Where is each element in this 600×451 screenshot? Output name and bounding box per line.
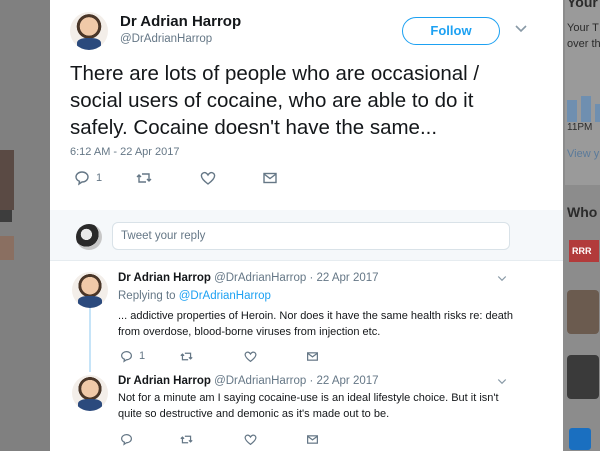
background-thumbnail — [0, 210, 12, 222]
like-button[interactable] — [244, 346, 257, 366]
message-button[interactable] — [262, 168, 278, 188]
heart-icon — [200, 171, 216, 185]
author-handle[interactable]: @DrAdrianHarrop — [120, 33, 212, 45]
background-thumbnail — [0, 150, 14, 210]
reply-actions: 1 — [118, 346, 378, 364]
tweet-timestamp[interactable]: 6:12 AM - 22 Apr 2017 — [70, 146, 179, 158]
like-button[interactable] — [200, 168, 216, 188]
reply-tweet[interactable]: Dr Adrian Harrop @DrAdrianHarrop · 22 Ap… — [50, 272, 563, 368]
reply-icon — [75, 171, 89, 186]
reply-meta: @DrAdrianHarrop · 22 Apr 2017 — [214, 375, 379, 387]
reply-button[interactable]: 1 — [120, 346, 145, 366]
background-thumbnail — [0, 236, 14, 260]
retweet-button[interactable] — [136, 168, 152, 188]
reply-icon — [121, 350, 132, 363]
chevron-down-icon[interactable] — [496, 375, 508, 387]
retweet-button[interactable] — [180, 346, 193, 366]
reply-author-avatar[interactable] — [72, 375, 108, 411]
thread-connector — [89, 308, 91, 372]
envelope-icon — [307, 434, 318, 444]
reply-text: ... addictive properties of Heroin. Nor … — [118, 310, 513, 338]
heart-icon — [244, 434, 257, 445]
message-button[interactable] — [306, 346, 319, 366]
envelope-icon — [263, 172, 277, 184]
reply-input[interactable]: Tweet your reply — [112, 222, 510, 250]
background-chart-bar — [581, 96, 591, 122]
background-text: 11PM — [567, 122, 593, 133]
background-app-icon — [569, 428, 591, 450]
reply-actions — [118, 429, 378, 447]
background-text: Your T — [567, 22, 599, 34]
reply-meta: @DrAdrianHarrop · 22 Apr 2017 — [214, 272, 379, 284]
author-avatar[interactable] — [70, 12, 108, 50]
like-button[interactable] — [244, 429, 257, 449]
reply-count: 1 — [96, 172, 103, 184]
reply-text: Not for a minute am I saying cocaine-use… — [118, 392, 499, 420]
background-left-column — [0, 0, 50, 451]
follow-button[interactable]: Follow — [402, 17, 500, 45]
background-text: over th — [567, 38, 600, 50]
tweet-actions: 1 — [70, 168, 370, 190]
reply-count: 1 — [139, 350, 146, 362]
reply-button[interactable] — [120, 429, 133, 449]
reply-button[interactable]: 1 — [74, 168, 102, 188]
chevron-down-icon[interactable] — [513, 20, 529, 36]
tweet-text: There are lots of people who are occasio… — [70, 62, 480, 139]
background-chart-bar — [595, 104, 600, 122]
replying-to-handle[interactable]: @DrAdrianHarrop — [179, 290, 271, 302]
retweet-button[interactable] — [180, 429, 193, 449]
reply-author-name[interactable]: Dr Adrian Harrop — [118, 375, 211, 387]
current-user-avatar — [76, 224, 102, 250]
reply-author-avatar[interactable] — [72, 272, 108, 308]
reply-icon — [121, 433, 132, 446]
retweet-icon — [136, 173, 152, 183]
retweet-icon — [180, 352, 193, 360]
background-chart-bar — [567, 100, 577, 122]
background-heading: Who — [567, 204, 598, 220]
reply-tweet[interactable]: Dr Adrian Harrop @DrAdrianHarrop · 22 Ap… — [50, 375, 563, 451]
chevron-down-icon[interactable] — [496, 272, 508, 284]
background-right-column: Your Your T over th 11PM View y Who RRR — [563, 0, 600, 451]
reply-header: Dr Adrian Harrop @DrAdrianHarrop · 22 Ap… — [118, 375, 379, 387]
replying-to: Replying to @DrAdrianHarrop — [118, 290, 271, 302]
message-button[interactable] — [306, 429, 319, 449]
background-link: View y — [567, 148, 600, 160]
tweet-modal: Dr Adrian Harrop @DrAdrianHarrop Follow … — [50, 0, 563, 451]
background-avatar: RRR — [569, 240, 599, 262]
reply-author-name[interactable]: Dr Adrian Harrop — [118, 272, 211, 284]
background-heading: Your — [567, 0, 598, 10]
reply-header: Dr Adrian Harrop @DrAdrianHarrop · 22 Ap… — [118, 272, 379, 284]
author-name[interactable]: Dr Adrian Harrop — [120, 13, 241, 30]
envelope-icon — [307, 351, 318, 361]
background-badge-text: RRR — [572, 246, 592, 256]
background-avatar — [567, 355, 599, 399]
replying-to-label: Replying to — [118, 290, 176, 302]
heart-icon — [244, 351, 257, 362]
retweet-icon — [180, 435, 193, 443]
reply-composer: Tweet your reply — [50, 210, 563, 261]
background-avatar — [567, 290, 599, 334]
